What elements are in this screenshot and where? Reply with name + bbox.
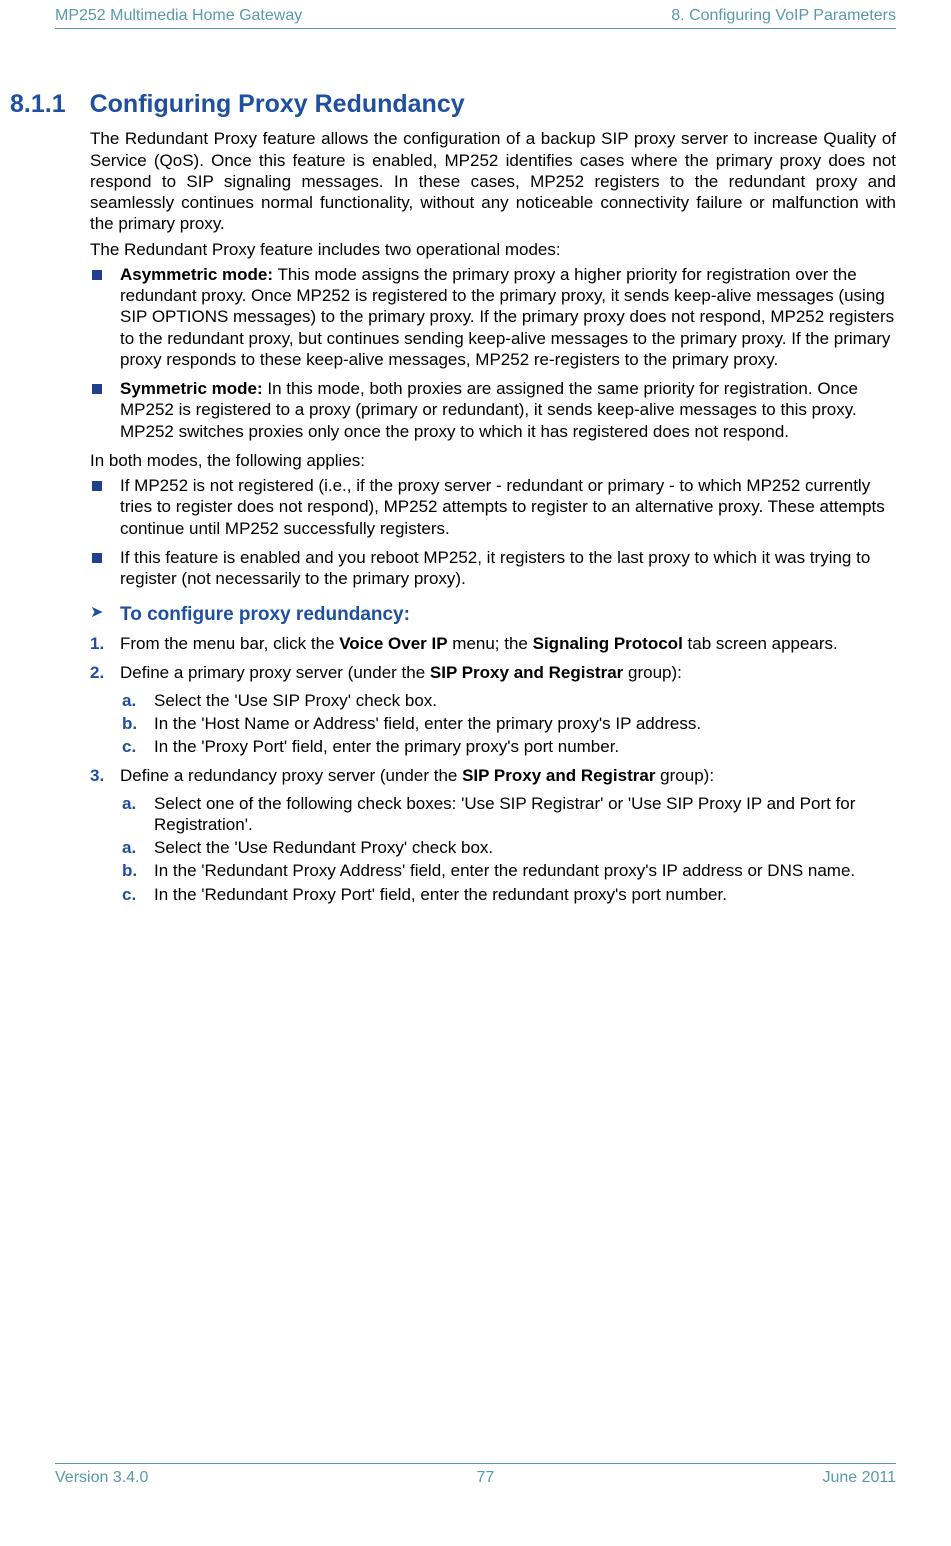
substep-letter: a. [122, 837, 136, 858]
header-right: 8. Configuring VoIP Parameters [671, 6, 896, 26]
substep-text: Select the 'Use SIP Proxy' check box. [154, 691, 437, 710]
step-text: Define a redundancy proxy server (under … [120, 766, 714, 785]
substep-letter: a. [122, 690, 136, 711]
procedure-heading: To configure proxy redundancy: [90, 603, 896, 627]
step-number: 2. [90, 662, 104, 683]
mode-label: Asymmetric mode: [120, 265, 273, 284]
substep-item: a. Select the 'Use SIP Proxy' check box. [120, 690, 896, 711]
substep-item: b. In the 'Host Name or Address' field, e… [120, 713, 896, 734]
footer-version: Version 3.4.0 [55, 1468, 148, 1488]
step-text: From the menu bar, click the Voice Over … [120, 634, 838, 653]
substep-letter: a. [122, 793, 136, 814]
substep-text: In the 'Redundant Proxy Address' field, … [154, 861, 855, 880]
list-item: Symmetric mode: In this mode, both proxi… [90, 378, 896, 442]
footer-page-number: 77 [477, 1468, 495, 1488]
substep-text: Select one of the following check boxes:… [154, 794, 855, 834]
substep-item: a. Select one of the following check boxe… [120, 793, 896, 836]
substep-letter: c. [122, 736, 136, 757]
substep-letter: c. [122, 884, 136, 905]
step-item: 1. From the menu bar, click the Voice Ov… [90, 633, 896, 654]
modes-list: Asymmetric mode: This mode assigns the p… [90, 264, 896, 442]
list-text: If MP252 is not registered (i.e., if the… [120, 476, 885, 538]
intro-paragraph-1: The Redundant Proxy feature allows the c… [90, 128, 896, 234]
both-modes-list: If MP252 is not registered (i.e., if the… [90, 475, 896, 589]
section-title: Configuring Proxy Redundancy [90, 90, 465, 118]
step-text: Define a primary proxy server (under the… [120, 663, 682, 682]
step-item: 2. Define a primary proxy server (under … [90, 662, 896, 757]
substep-item: c. In the 'Proxy Port' field, enter the p… [120, 736, 896, 757]
substep-list: a. Select one of the following check boxe… [120, 793, 896, 905]
substep-item: b. In the 'Redundant Proxy Address' field… [120, 860, 896, 881]
substep-letter: b. [122, 860, 137, 881]
page-header: MP252 Multimedia Home Gateway 8. Configu… [55, 0, 896, 28]
intro-paragraph-2: The Redundant Proxy feature includes two… [90, 239, 896, 260]
list-text: If this feature is enabled and you reboo… [120, 548, 870, 588]
header-divider [55, 28, 896, 29]
mode-label: Symmetric mode: [120, 379, 263, 398]
section-number: 8.1.1 [10, 89, 66, 120]
substep-text: In the 'Redundant Proxy Port' field, ent… [154, 885, 727, 904]
procedure-steps: 1. From the menu bar, click the Voice Ov… [90, 633, 896, 905]
substep-item: c. In the 'Redundant Proxy Port' field, e… [120, 884, 896, 905]
procedure-title: To configure proxy redundancy: [120, 604, 410, 625]
step-item: 3. Define a redundancy proxy server (und… [90, 765, 896, 905]
footer-divider [55, 1463, 896, 1464]
section-heading: 8.1.1 Configuring Proxy Redundancy [10, 89, 896, 120]
substep-text: In the 'Host Name or Address' field, ent… [154, 714, 701, 733]
header-left: MP252 Multimedia Home Gateway [55, 6, 302, 26]
both-modes-intro: In both modes, the following applies: [90, 450, 896, 471]
substep-letter: b. [122, 713, 137, 734]
substep-item: a. Select the 'Use Redundant Proxy' check… [120, 837, 896, 858]
page-footer: Version 3.4.0 77 June 2011 [0, 1463, 951, 1500]
step-number: 1. [90, 633, 104, 654]
substep-text: In the 'Proxy Port' field, enter the pri… [154, 737, 619, 756]
substep-text: Select the 'Use Redundant Proxy' check b… [154, 838, 493, 857]
footer-date: June 2011 [822, 1468, 896, 1488]
list-item: If MP252 is not registered (i.e., if the… [90, 475, 896, 539]
list-item: Asymmetric mode: This mode assigns the p… [90, 264, 896, 370]
list-item: If this feature is enabled and you reboo… [90, 547, 896, 590]
step-number: 3. [90, 765, 104, 786]
substep-list: a.Select the 'Use SIP Proxy' check box. … [120, 690, 896, 758]
